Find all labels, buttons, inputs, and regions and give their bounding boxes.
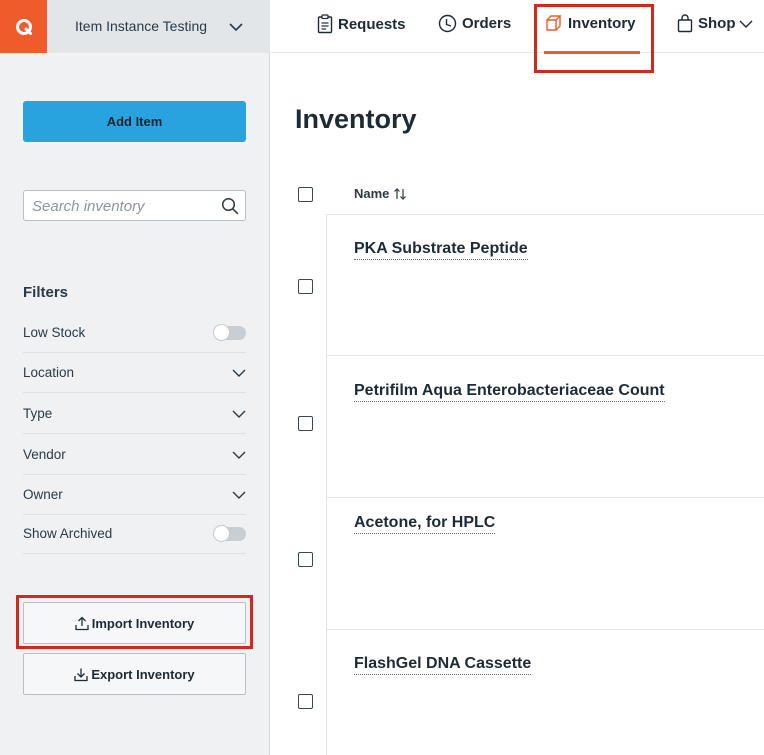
nav-label: Requests (338, 15, 406, 33)
chevron-down-icon[interactable] (232, 449, 246, 461)
chevron-down-icon[interactable] (232, 408, 246, 420)
name-column-header[interactable]: Name (354, 186, 407, 201)
filter-vendor[interactable]: Vendor (23, 435, 246, 475)
nav-requests[interactable]: Requests (317, 14, 406, 34)
filter-label: Vendor (23, 447, 66, 462)
page-title: Inventory (295, 104, 417, 134)
add-item-button[interactable]: Add Item (23, 101, 246, 142)
filter-show-archived: Show Archived (23, 514, 246, 554)
download-icon (74, 668, 88, 681)
org-switcher[interactable]: Item Instance Testing (0, 0, 270, 53)
org-name: Item Instance Testing (75, 18, 208, 34)
nav-label: Shop (698, 15, 736, 32)
low-stock-toggle[interactable] (213, 324, 246, 341)
item-name-link[interactable]: Petrifilm Aqua Enterobacteriaceae Count (354, 382, 665, 402)
row-checkbox[interactable] (298, 416, 313, 431)
search-input[interactable] (32, 196, 212, 216)
logo-icon (15, 18, 32, 35)
filter-label: Owner (23, 487, 63, 502)
filter-low-stock: Low Stock (23, 313, 246, 353)
table-row[interactable] (326, 356, 764, 498)
table-row[interactable] (326, 488, 764, 630)
chevron-down-icon[interactable] (232, 489, 246, 501)
nav-label: Orders (462, 15, 512, 32)
sort-icon (394, 187, 407, 200)
item-name-link[interactable]: Acetone, for HPLC (354, 514, 496, 534)
export-label: Export Inventory (91, 666, 195, 682)
item-name-link[interactable]: PKA Substrate Peptide (354, 240, 528, 260)
clipboard-icon (317, 14, 333, 34)
row-checkbox[interactable] (298, 279, 313, 294)
chevron-down-icon[interactable] (232, 367, 246, 379)
inventory-highlight-box (534, 4, 654, 73)
export-inventory-button[interactable]: Export Inventory (23, 653, 246, 695)
nav-orders[interactable]: Orders (438, 14, 511, 33)
filter-owner[interactable]: Owner (23, 475, 246, 515)
filter-label: Low Stock (23, 325, 86, 340)
table-row[interactable] (326, 214, 764, 356)
filter-label: Location (23, 365, 75, 380)
filter-type[interactable]: Type (23, 394, 246, 434)
filter-location[interactable]: Location (23, 353, 246, 393)
table-row[interactable] (326, 630, 764, 755)
filter-label: Show Archived (23, 526, 113, 541)
filter-label: Type (23, 406, 53, 421)
import-highlight-box (16, 595, 253, 649)
filters-title: Filters (23, 284, 69, 301)
nav-shop[interactable]: Shop (677, 14, 758, 33)
row-checkbox[interactable] (298, 694, 313, 709)
bag-icon (677, 14, 693, 33)
chevron-down-icon[interactable] (228, 20, 244, 34)
chevron-down-icon (739, 20, 752, 28)
column-label: Name (354, 186, 390, 201)
row-checkbox[interactable] (298, 552, 313, 567)
search-icon[interactable] (221, 197, 239, 215)
app-logo[interactable] (0, 0, 47, 53)
select-all-checkbox[interactable] (298, 187, 313, 202)
item-name-link[interactable]: FlashGel DNA Cassette (354, 655, 532, 675)
clock-icon (438, 14, 457, 33)
search-box (23, 190, 246, 221)
show-archived-toggle[interactable] (213, 525, 246, 542)
